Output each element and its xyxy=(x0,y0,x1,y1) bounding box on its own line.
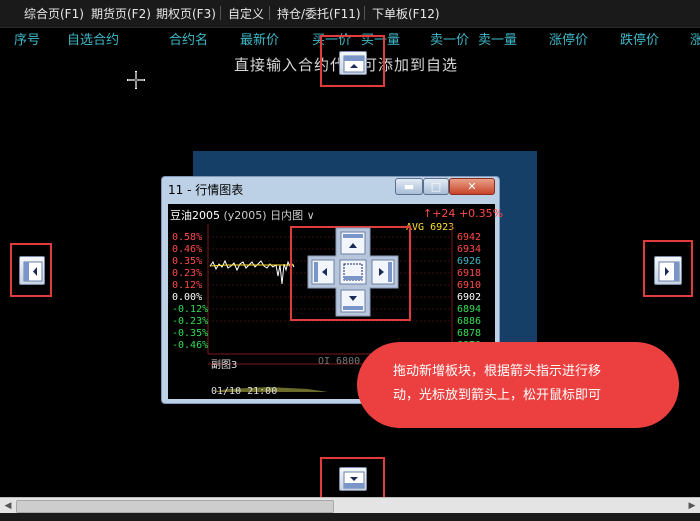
right-axis-label: 6878 xyxy=(457,328,482,339)
right-axis-label: 6918 xyxy=(457,268,482,279)
compass-top-arrow-icon xyxy=(340,231,366,255)
dock-top-icon xyxy=(343,55,365,73)
instruction-tooltip: 拖动新增板块，根据箭头指示进行移 动，光标放到箭头上，松开鼠标即可 xyxy=(357,342,679,428)
scroll-left-icon[interactable]: ◀ xyxy=(0,498,16,514)
menu-positions-orders[interactable]: 持仓/委托(F11) xyxy=(277,5,361,22)
dock-bottom-icon xyxy=(343,471,365,489)
compass-bottom-arrow-icon xyxy=(340,289,366,313)
left-axis-label: -0.46% xyxy=(172,340,209,351)
subchart-label: 副图3 xyxy=(211,360,238,371)
menu-overview[interactable]: 综合页(F1) xyxy=(24,5,84,22)
compass-left-arrow-icon xyxy=(311,259,335,285)
col-limit-down[interactable]: 跌停价 xyxy=(620,29,659,48)
left-axis-label: 0.46% xyxy=(172,244,203,255)
dock-top-button[interactable] xyxy=(339,51,367,75)
dock-left-icon xyxy=(23,261,43,282)
close-icon: ✕ xyxy=(467,180,477,193)
horizontal-scrollbar[interactable]: ◀ ▶ xyxy=(0,497,700,514)
time-axis-label: 01/10 21:00 xyxy=(211,386,278,397)
col-index[interactable]: 序号 xyxy=(14,29,40,48)
left-axis-label: 0.35% xyxy=(172,256,203,267)
col-limit-up[interactable]: 涨停价 xyxy=(549,29,588,48)
menu-separator xyxy=(269,6,270,20)
compass-right-arrow-icon xyxy=(371,259,395,285)
right-axis-label: 6926 xyxy=(457,256,482,267)
left-axis-label: -0.35% xyxy=(172,328,209,339)
minimize-icon: ▬ xyxy=(403,180,415,193)
right-axis-label: 6910 xyxy=(457,280,482,291)
minimize-button[interactable]: ▬ xyxy=(395,178,423,195)
left-axis-label: 0.58% xyxy=(172,232,203,243)
dock-compass[interactable] xyxy=(306,226,400,318)
menu-separator xyxy=(220,6,221,20)
window-title[interactable]: 11 - 行情图表 xyxy=(168,181,243,198)
maximize-icon: □ xyxy=(430,180,442,193)
dock-bottom-button[interactable] xyxy=(339,467,367,491)
scrollbar-thumb[interactable] xyxy=(16,500,334,513)
dock-right-icon xyxy=(658,261,680,282)
menu-separator xyxy=(364,6,365,20)
menu-bar: 综合页(F1) 期货页(F2) 期权页(F3) 自定义 持仓/委托(F11) 下… xyxy=(0,0,700,28)
open-interest-label: OI 6800 xyxy=(318,356,361,367)
menu-options[interactable]: 期权页(F3) xyxy=(156,5,216,22)
col-contract-name[interactable]: 合约名 xyxy=(169,29,208,48)
left-axis-label: 0.12% xyxy=(172,280,203,291)
right-axis-label: 6942 xyxy=(457,232,482,243)
left-axis-label: 0.23% xyxy=(172,268,203,279)
scroll-right-icon[interactable]: ▶ xyxy=(684,498,700,514)
left-axis-label: -0.23% xyxy=(172,316,209,327)
col-change[interactable]: 涨 xyxy=(690,29,700,48)
status-strip xyxy=(0,513,700,521)
col-ask-price[interactable]: 卖一价 xyxy=(430,29,469,48)
maximize-button[interactable]: □ xyxy=(423,178,449,195)
right-axis-label: 6902 xyxy=(457,292,482,303)
left-axis-label: 0.00% xyxy=(172,292,203,303)
menu-custom[interactable]: 自定义 xyxy=(228,5,264,22)
col-ask-volume[interactable]: 卖一量 xyxy=(478,29,517,48)
close-button[interactable]: ✕ xyxy=(449,178,495,195)
left-axis-label: -0.12% xyxy=(172,304,209,315)
tooltip-line-2: 动，光标放到箭头上，松开鼠标即可 xyxy=(393,388,602,403)
right-axis-label: 6934 xyxy=(457,244,482,255)
col-watchlist[interactable]: 自选合约 xyxy=(67,29,119,48)
move-cursor-icon xyxy=(127,71,145,89)
menu-order-board[interactable]: 下单板(F12) xyxy=(372,5,440,22)
right-axis-label: 6886 xyxy=(457,316,482,327)
compass-center-icon xyxy=(339,259,367,285)
menu-futures[interactable]: 期货页(F2) xyxy=(91,5,151,22)
dock-right-button[interactable] xyxy=(654,256,682,285)
tooltip-line-1: 拖动新增板块，根据箭头指示进行移 xyxy=(393,364,602,379)
col-last-price[interactable]: 最新价 xyxy=(240,29,279,48)
dock-left-button[interactable] xyxy=(19,256,45,285)
right-axis-label: 6894 xyxy=(457,304,482,315)
